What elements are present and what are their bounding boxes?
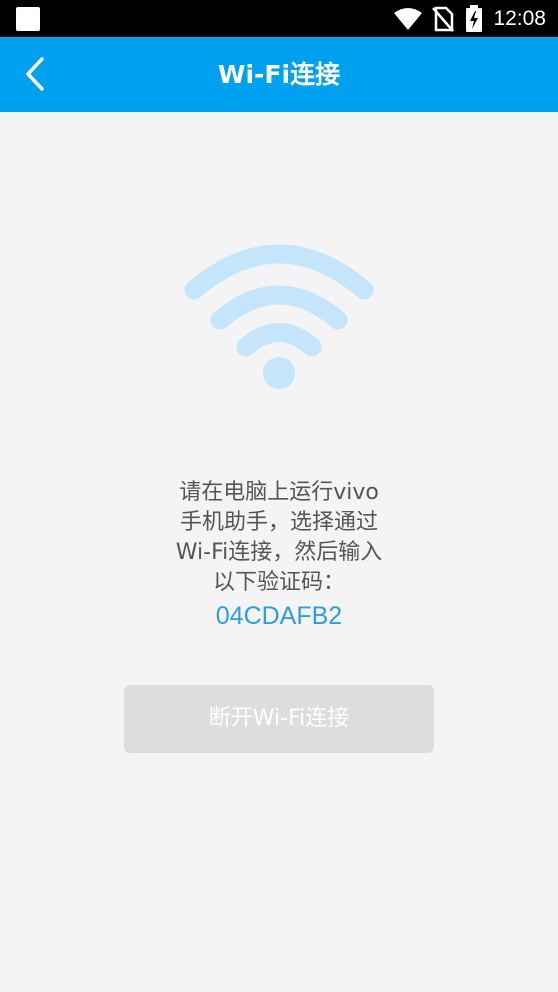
disconnect-wifi-button[interactable]: 断开Wi-Fi连接 bbox=[124, 685, 434, 753]
instruction-line: 请在电脑上运行vivo bbox=[179, 480, 379, 505]
wifi-signal-icon bbox=[394, 7, 423, 30]
instruction-line: Wi-Fi连接，然后输入 bbox=[175, 540, 383, 565]
instruction-line: 以下验证码： bbox=[212, 570, 345, 595]
page-title: Wi-Fi连接 bbox=[217, 60, 341, 89]
status-bar: 12:08 bbox=[0, 0, 558, 37]
status-icons: 12:08 bbox=[393, 0, 546, 37]
app-bar: Wi-Fi连接 bbox=[0, 37, 558, 112]
wifi-icon bbox=[184, 244, 374, 389]
status-time: 12:08 bbox=[493, 6, 546, 30]
verification-code: 04CDAFB2 bbox=[215, 602, 343, 630]
battery-charging-icon bbox=[466, 4, 483, 32]
no-sim-icon bbox=[432, 6, 455, 32]
instruction-text: 请在电脑上运行vivo 手机助手，选择通过 Wi-Fi连接，然后输入 以下验证码… bbox=[129, 478, 429, 598]
notification-square-icon bbox=[16, 7, 40, 31]
instruction-line: 手机助手，选择通过 bbox=[179, 510, 378, 535]
